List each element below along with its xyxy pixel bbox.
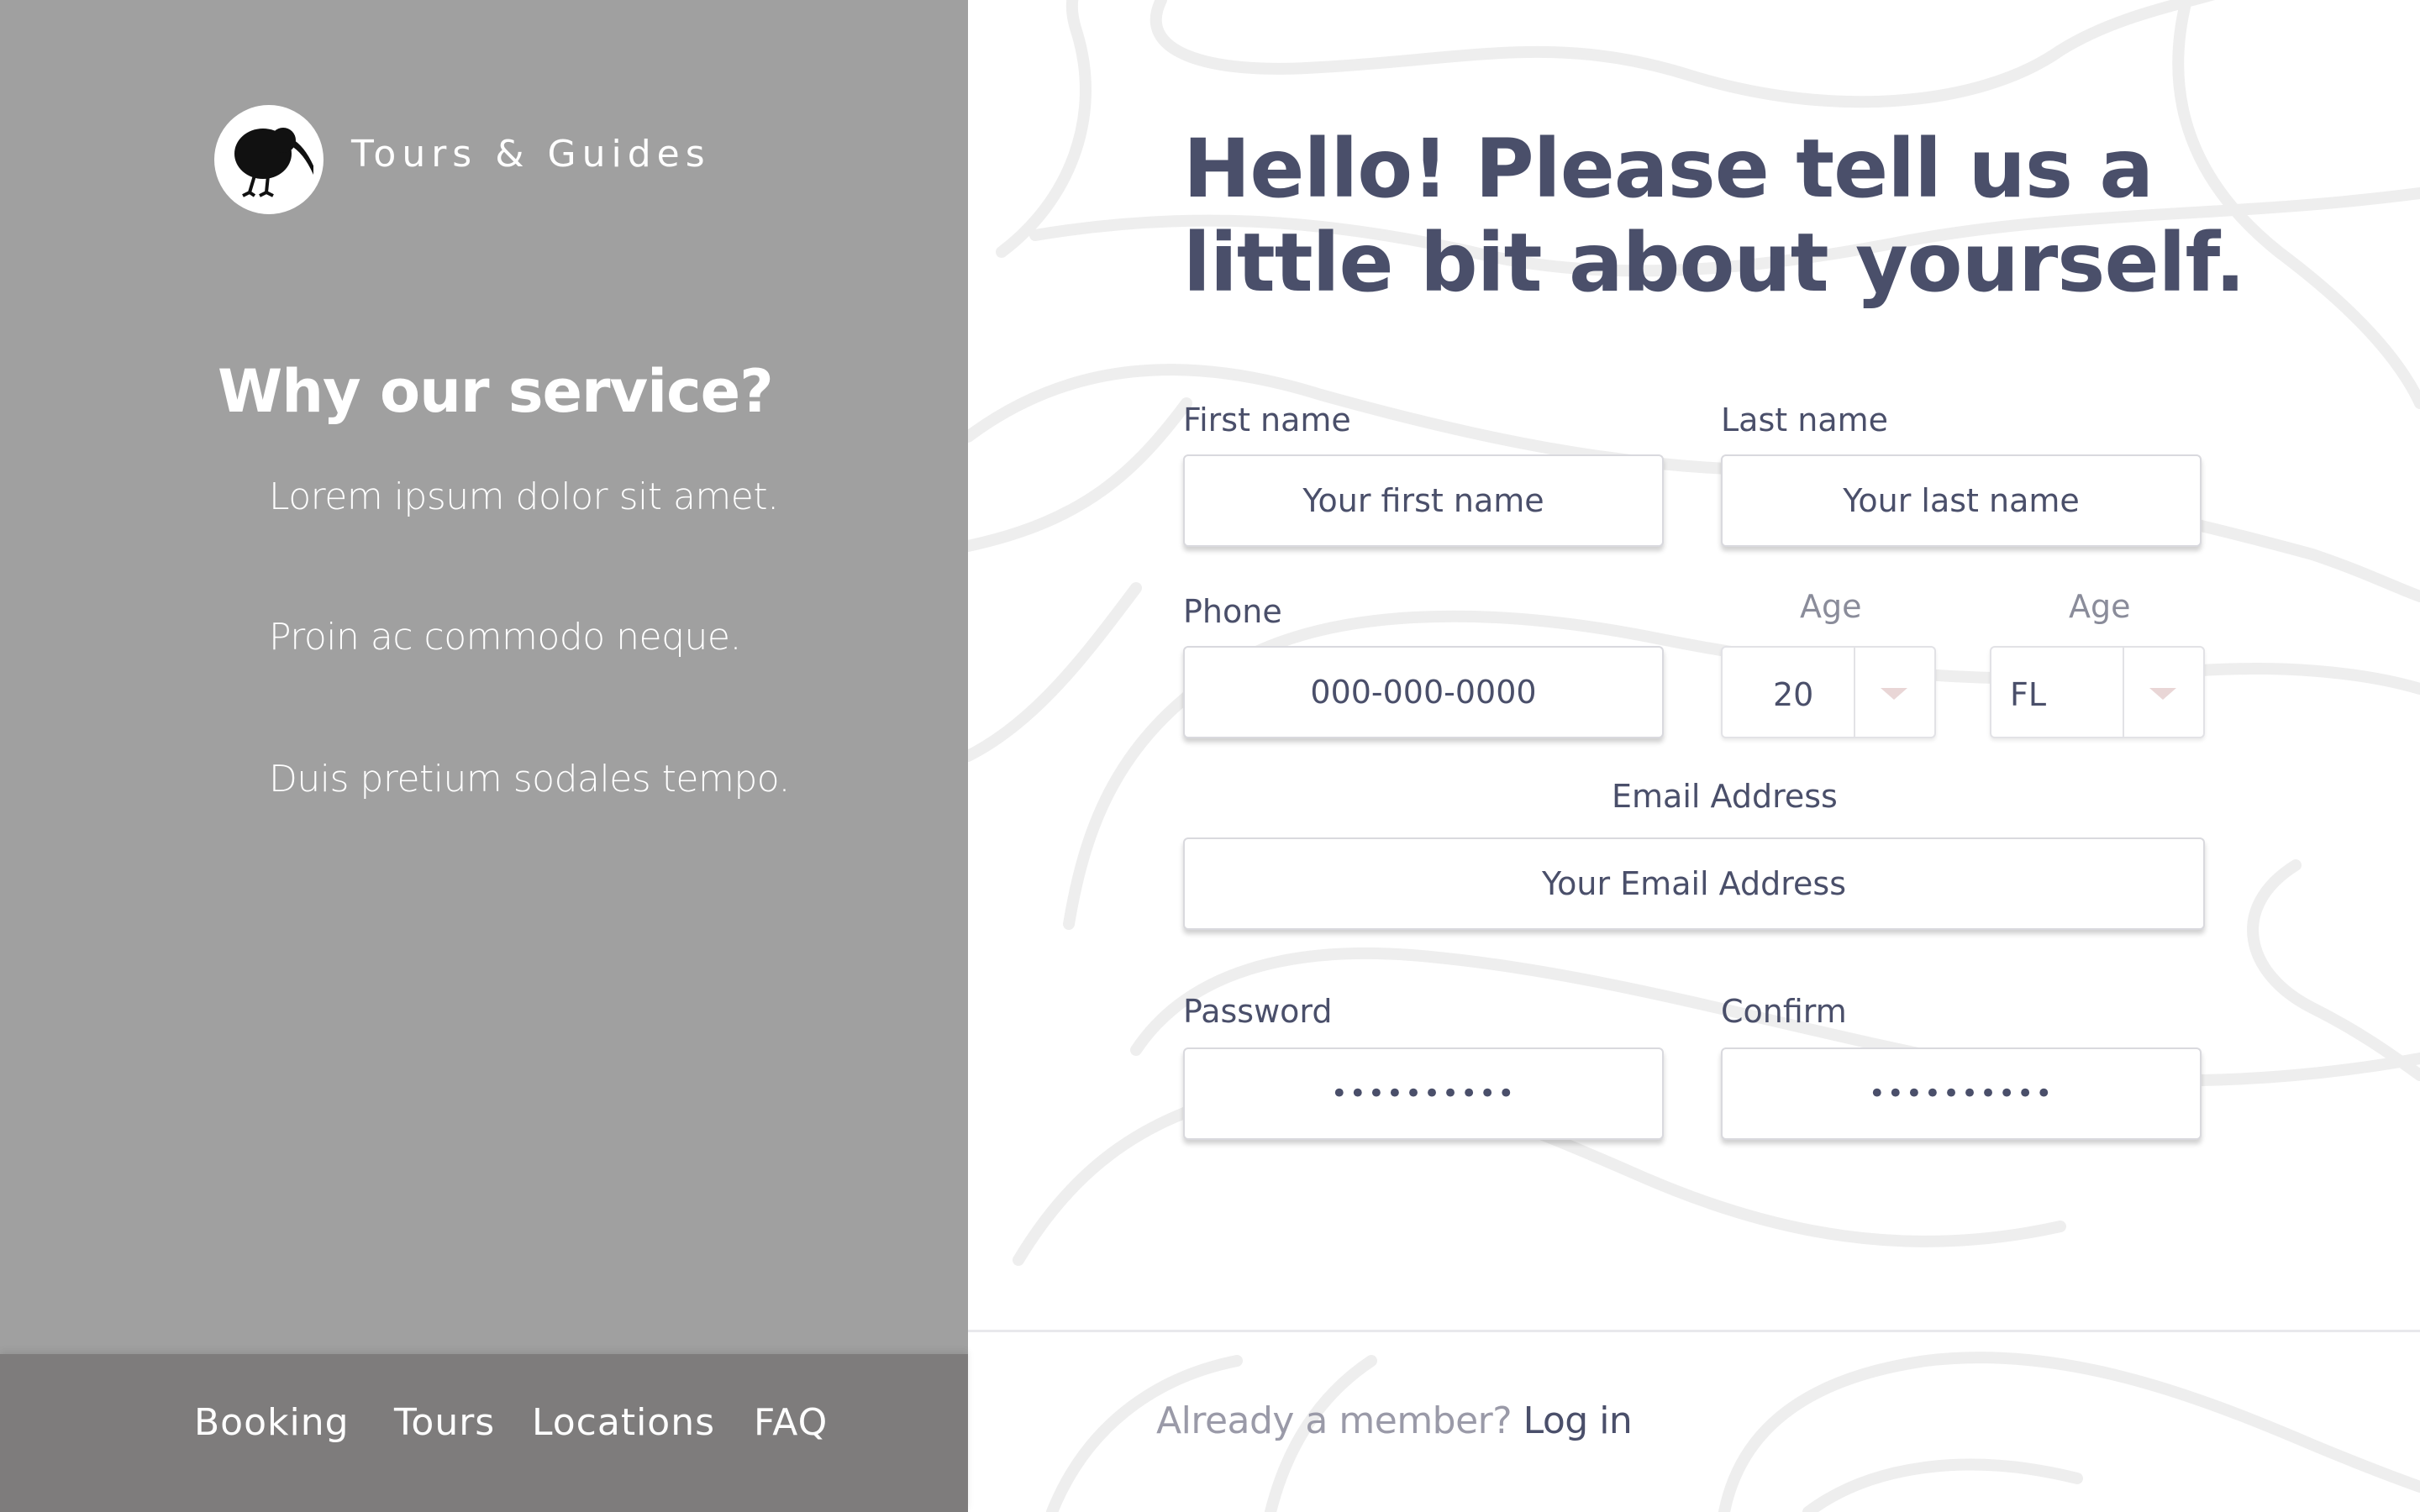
nav-item-locations[interactable]: Locations <box>532 1401 715 1444</box>
last-name-input[interactable]: Your last name <box>1721 454 2202 547</box>
age-select[interactable]: 20 <box>1721 646 1936 738</box>
sidebar-point: Lorem ipsum dolor sit amet. <box>269 475 779 518</box>
state-value: FL <box>2010 676 2047 713</box>
sidebar-title: Why our service? <box>218 357 774 426</box>
email-label: Email Address <box>1612 778 1838 815</box>
select-divider <box>1854 648 1855 737</box>
first-name-label: First name <box>1183 402 1351 438</box>
nav-item-booking[interactable]: Booking <box>194 1401 350 1444</box>
last-name-label: Last name <box>1721 402 1888 438</box>
login-prompt: Already a member? Log in <box>1156 1399 1633 1442</box>
age-value: 20 <box>1773 676 1814 713</box>
phone-label: Phone <box>1183 593 1282 630</box>
brand-name[interactable]: Tours & Guides <box>351 133 711 176</box>
state-label: Age <box>2069 588 2131 625</box>
login-link[interactable]: Log in <box>1523 1399 1633 1442</box>
first-name-input[interactable]: Your first name <box>1183 454 1664 547</box>
state-select[interactable]: FL <box>1990 646 2205 738</box>
sidebar-point: Duis pretium sodales tempo. <box>269 758 790 801</box>
email-input[interactable]: Your Email Address <box>1183 837 2205 930</box>
age-label: Age <box>1800 588 1862 625</box>
nav-item-faq[interactable]: FAQ <box>754 1401 828 1444</box>
footer-divider <box>968 1330 2420 1332</box>
sidebar-panel: Tours & Guides Why our service? Lorem ip… <box>0 0 968 1512</box>
phone-input[interactable]: 000-000-0000 <box>1183 646 1664 738</box>
signup-page: Tours & Guides Why our service? Lorem ip… <box>0 0 2420 1512</box>
form-headline: Hello! Please tell us a little bit about… <box>1183 122 2245 310</box>
logo[interactable] <box>214 105 324 214</box>
confirm-label: Confirm <box>1721 993 1847 1030</box>
chevron-down-icon <box>1881 688 1907 700</box>
member-question: Already a member? <box>1156 1399 1512 1442</box>
password-label: Password <box>1183 993 1333 1030</box>
confirm-password-input[interactable]: •••••••••• <box>1721 1047 2202 1140</box>
select-divider <box>2123 648 2124 737</box>
kiwi-bird-icon <box>234 128 313 197</box>
chevron-down-icon <box>2149 688 2176 700</box>
sidebar-point: Proin ac commodo neque. <box>269 616 741 659</box>
nav-item-tours[interactable]: Tours <box>394 1401 495 1444</box>
bottom-nav: Booking Tours Locations FAQ <box>0 1354 968 1512</box>
password-input[interactable]: •••••••••• <box>1183 1047 1664 1140</box>
